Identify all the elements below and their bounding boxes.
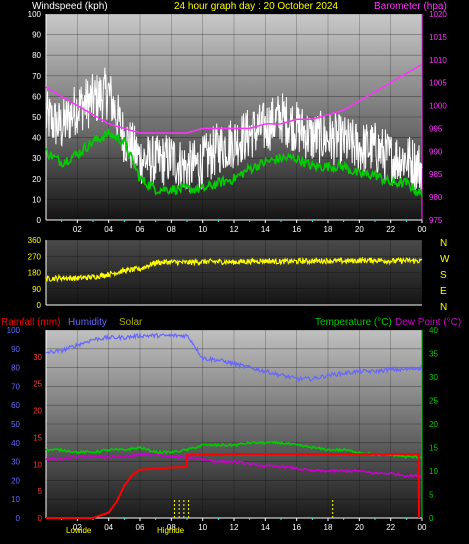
y-tick-label: 0 <box>37 301 42 310</box>
x-tick-label: 10 <box>198 225 207 234</box>
y-tick-label: 0 <box>16 514 21 523</box>
compass-label: W <box>440 254 450 265</box>
x-tick-label: 10 <box>198 523 207 532</box>
y-tick-label: 30 <box>32 154 41 163</box>
y-tick-label: 80 <box>11 364 20 373</box>
x-tick-label: 08 <box>167 225 176 234</box>
y2-tick-label: 975 <box>429 216 443 225</box>
y2-tick-label: 990 <box>429 147 443 156</box>
y-tick-label: 30 <box>11 458 20 467</box>
y-tick-label: 50 <box>32 113 41 122</box>
y-tick-label: 270 <box>28 252 42 261</box>
x-tick-label: 12 <box>230 523 239 532</box>
y-tick-label: 90 <box>32 285 41 294</box>
temperature-title: Temperature (°C) <box>315 317 392 328</box>
rain-tick-label: 30 <box>33 353 42 362</box>
y2-tick-label: 980 <box>429 193 443 202</box>
rain-tick-label: 10 <box>33 460 42 469</box>
x-tick-label: 14 <box>261 523 270 532</box>
y2-tick-label: 30 <box>429 373 438 382</box>
x-tick-label: 18 <box>324 225 333 234</box>
y-tick-label: 100 <box>7 326 21 335</box>
y-tick-label: 70 <box>32 72 41 81</box>
x-tick-label: 20 <box>355 523 364 532</box>
compass-label: N <box>440 302 447 313</box>
weather-graph: Windspeed (kph) 24 hour graph day : 20 O… <box>1 1 461 535</box>
y-tick-label: 70 <box>11 382 20 391</box>
y-tick-label: 80 <box>32 51 41 60</box>
x-tick-label: 16 <box>292 225 301 234</box>
y2-tick-label: 1020 <box>429 10 447 19</box>
direction-compass-labels: NWSEN <box>440 238 450 313</box>
chart-date-title: 24 hour graph day : 20 October 2024 <box>174 1 338 12</box>
y2-tick-label: 1005 <box>429 79 447 88</box>
x-tick-label: 04 <box>104 225 113 234</box>
humidity-title: Humidity <box>68 317 107 328</box>
x-tick-label: 12 <box>230 225 239 234</box>
y-tick-label: 360 <box>28 236 42 245</box>
x-tick-label: 00 <box>418 225 427 234</box>
y2-tick-label: 15 <box>429 444 438 453</box>
x-tick-label: 00 <box>418 523 427 532</box>
y-tick-label: 40 <box>11 439 20 448</box>
y2-tick-label: 1000 <box>429 102 447 111</box>
x-tick-label: 16 <box>292 523 301 532</box>
y-tick-label: 20 <box>32 175 41 184</box>
rain-tick-label: 5 <box>38 487 43 496</box>
y-tick-label: 90 <box>32 31 41 40</box>
y2-tick-label: 1010 <box>429 56 447 65</box>
solar-title: Solar <box>119 317 143 328</box>
compass-label: E <box>440 286 447 297</box>
y2-tick-label: 25 <box>429 397 438 406</box>
y-tick-label: 100 <box>28 10 42 19</box>
rain-tick-label: 0 <box>38 514 43 523</box>
x-tick-label: 18 <box>324 523 333 532</box>
y-tick-label: 60 <box>11 401 20 410</box>
y2-tick-label: 0 <box>429 514 434 523</box>
compass-label: S <box>440 270 447 281</box>
x-tick-label: 06 <box>136 225 145 234</box>
y2-tick-label: 995 <box>429 124 443 133</box>
y-tick-label: 10 <box>11 495 20 504</box>
y-tick-label: 20 <box>11 476 20 485</box>
y2-tick-label: 35 <box>429 350 438 359</box>
x-tick-label: 20 <box>355 225 364 234</box>
y-tick-label: 180 <box>28 269 42 278</box>
y-tick-label: 40 <box>32 134 41 143</box>
y-tick-label: 60 <box>32 92 41 101</box>
y-tick-label: 10 <box>32 195 41 204</box>
x-tick-label: 22 <box>386 225 395 234</box>
x-tick-label: 04 <box>104 523 113 532</box>
x-tick-label: 14 <box>261 225 270 234</box>
y-tick-label: 50 <box>11 420 20 429</box>
compass-label: N <box>440 238 447 249</box>
low-tide-label: Lowide <box>66 526 92 535</box>
y2-tick-label: 40 <box>429 326 438 335</box>
rain-tick-label: 15 <box>33 433 42 442</box>
y2-tick-label: 20 <box>429 420 438 429</box>
y2-tick-label: 10 <box>429 467 438 476</box>
y-tick-label: 0 <box>37 216 42 225</box>
y2-tick-label: 5 <box>429 491 434 500</box>
high-tide-label: Highide <box>157 526 185 535</box>
y-tick-label: 90 <box>11 345 20 354</box>
rain-tick-label: 20 <box>33 407 42 416</box>
x-tick-label: 02 <box>73 225 82 234</box>
rain-tick-label: 25 <box>33 380 42 389</box>
y2-tick-label: 985 <box>429 170 443 179</box>
x-tick-label: 06 <box>136 523 145 532</box>
wind-title: Windspeed (kph) <box>32 1 108 12</box>
y2-tick-label: 1015 <box>429 33 447 42</box>
x-tick-label: 22 <box>386 523 395 532</box>
